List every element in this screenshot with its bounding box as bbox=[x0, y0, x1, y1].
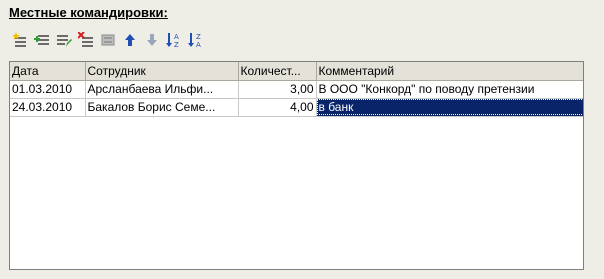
trips-table[interactable]: Дата Сотрудник Количест... Комментарий 0… bbox=[9, 61, 584, 270]
cell-quantity[interactable]: 3,00 bbox=[238, 80, 317, 99]
column-header-quantity[interactable]: Количест... bbox=[238, 62, 317, 81]
column-header-employee[interactable]: Сотрудник bbox=[85, 62, 239, 81]
svg-text:Z: Z bbox=[196, 33, 201, 41]
sort-ascending-icon: A Z bbox=[165, 33, 179, 48]
sort-descending-icon: Z A bbox=[187, 33, 201, 48]
move-down-icon bbox=[146, 34, 157, 46]
add-row-button[interactable] bbox=[10, 31, 29, 50]
svg-text:Z: Z bbox=[174, 41, 179, 48]
cell-quantity[interactable]: 4,00 bbox=[238, 98, 317, 117]
move-up-icon bbox=[124, 34, 135, 46]
cell-comment[interactable]: В ООО "Конкорд" по поводу претензии bbox=[316, 80, 583, 99]
column-header-comment[interactable]: Комментарий bbox=[316, 62, 583, 81]
sort-descending-button[interactable]: Z A bbox=[186, 31, 205, 50]
cell-date[interactable]: 01.03.2010 bbox=[10, 80, 86, 99]
cell-comment-selected[interactable]: в банк bbox=[316, 98, 583, 117]
cell-date[interactable]: 24.03.2010 bbox=[10, 98, 86, 117]
delete-row-icon bbox=[77, 32, 93, 47]
end-edit-button[interactable] bbox=[98, 31, 117, 50]
sort-ascending-button[interactable]: A Z bbox=[164, 31, 183, 50]
move-down-button[interactable] bbox=[142, 31, 161, 50]
add-copy-button[interactable] bbox=[32, 31, 51, 50]
table-row[interactable]: 01.03.2010 Арсланбаева Ильфи... 3,00 В О… bbox=[10, 80, 583, 99]
column-header-date[interactable]: Дата bbox=[10, 62, 86, 81]
add-row-icon bbox=[11, 32, 26, 47]
edit-row-button[interactable] bbox=[54, 31, 73, 50]
edit-row-icon bbox=[56, 35, 72, 47]
svg-text:A: A bbox=[174, 33, 179, 41]
delete-row-button[interactable] bbox=[76, 31, 95, 50]
move-up-button[interactable] bbox=[120, 31, 139, 50]
section-title: Местные командировки: bbox=[9, 5, 168, 20]
cell-employee[interactable]: Бакалов Борис Семе... bbox=[85, 98, 239, 117]
table-row[interactable]: 24.03.2010 Бакалов Борис Семе... 4,00 в … bbox=[10, 98, 583, 117]
table-header-row: Дата Сотрудник Количест... Комментарий bbox=[10, 62, 583, 81]
cell-employee[interactable]: Арсланбаева Ильфи... bbox=[85, 80, 239, 99]
add-copy-icon bbox=[33, 35, 49, 45]
table-toolbar: A Z Z A bbox=[10, 29, 205, 51]
end-edit-icon bbox=[101, 34, 114, 46]
svg-text:A: A bbox=[196, 41, 201, 48]
